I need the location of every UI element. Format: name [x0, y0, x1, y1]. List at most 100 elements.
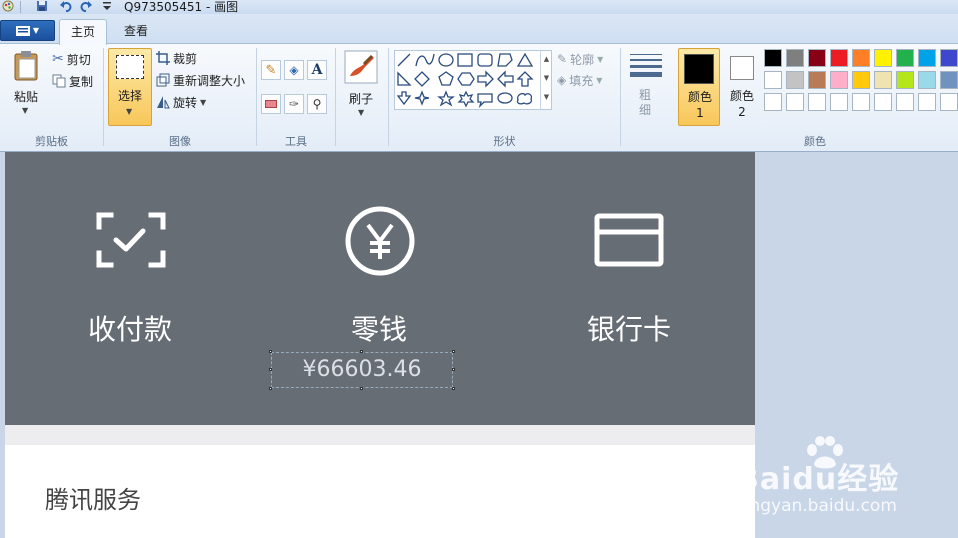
- bank-card-label: 银行卡: [586, 313, 671, 346]
- colors-group: 颜色 1 颜色 2 颜色: [672, 44, 958, 152]
- palette-swatch[interactable]: [918, 49, 936, 67]
- bank-card-icon: [594, 213, 664, 267]
- copy-button[interactable]: 复制: [52, 71, 93, 91]
- rotate-label: 旋转: [173, 95, 198, 110]
- palette-swatch[interactable]: [896, 93, 914, 111]
- palette-swatch[interactable]: [940, 93, 958, 111]
- fill-button[interactable]: ◈ 填充 ▼: [557, 70, 602, 90]
- image-divider-strip: [5, 425, 755, 445]
- palette-swatch[interactable]: [764, 49, 782, 67]
- palette-swatch[interactable]: [896, 71, 914, 89]
- palette-swatch[interactable]: [786, 71, 804, 89]
- fill-bucket-icon: ◈: [557, 73, 567, 87]
- palette-swatch[interactable]: [786, 49, 804, 67]
- cut-label: 剪切: [66, 52, 91, 67]
- palette-swatch[interactable]: [830, 49, 848, 67]
- eraser-tool[interactable]: [261, 94, 281, 114]
- resize-label: 重新调整大小: [173, 73, 246, 88]
- selection-handle[interactable]: [269, 387, 272, 390]
- palette-swatch[interactable]: [852, 49, 870, 67]
- cut-button[interactable]: ✂ 剪切: [52, 49, 91, 69]
- ribbon: 粘贴 ▼ ✂ 剪切 复制 剪贴板 选择 ▼ 裁剪 重新调整大小 旋转 ▼ 图像 …: [0, 44, 958, 152]
- gallery-expand-icon[interactable]: ▼: [541, 88, 552, 107]
- resize-button[interactable]: 重新调整大小: [156, 70, 245, 90]
- chevron-down-icon: ▼: [200, 97, 207, 107]
- palette-swatch[interactable]: [764, 71, 782, 89]
- ribbon-tab-row: ▼ 主页 查看: [0, 14, 958, 45]
- paste-label: 粘贴: [13, 90, 38, 104]
- rotate-icon: [157, 96, 170, 109]
- pencil-tool[interactable]: ✎: [261, 60, 281, 80]
- color-1-swatch: [684, 54, 714, 84]
- color-2-label: 颜色 2: [729, 89, 754, 119]
- watermark-url: jingyan.baidu.com: [740, 496, 897, 516]
- palette-swatch[interactable]: [808, 71, 826, 89]
- scroll-down-icon[interactable]: ▼: [541, 69, 552, 88]
- chevron-down-icon: ▼: [597, 54, 604, 64]
- balance-amount: ¥66603.46: [302, 357, 422, 382]
- shapes-gallery-icons: [396, 52, 534, 108]
- paste-button[interactable]: 粘贴 ▼: [6, 48, 46, 124]
- text-tool[interactable]: A: [307, 60, 327, 80]
- palette-swatch[interactable]: [918, 93, 936, 111]
- crop-label: 裁剪: [173, 51, 198, 66]
- palette-swatch[interactable]: [874, 93, 892, 111]
- magnifier-tool[interactable]: ⚲: [307, 94, 327, 114]
- crop-button[interactable]: 裁剪: [156, 48, 197, 68]
- select-button[interactable]: 选择 ▼: [108, 48, 152, 126]
- eraser-icon: [265, 100, 277, 108]
- palette-swatch[interactable]: [808, 93, 826, 111]
- redo-icon[interactable]: [80, 0, 92, 12]
- selection-handle[interactable]: [360, 387, 363, 390]
- selection-handle[interactable]: [269, 350, 272, 353]
- palette-swatch[interactable]: [940, 71, 958, 89]
- palette-swatch[interactable]: [830, 93, 848, 111]
- rotate-button[interactable]: 旋转 ▼: [156, 92, 206, 112]
- file-menu-button[interactable]: ▼: [0, 20, 55, 41]
- shapes-gallery-scroll[interactable]: ▲ ▼ ▼: [540, 50, 552, 110]
- scroll-up-icon[interactable]: ▲: [541, 50, 552, 69]
- fill-bucket-icon: ◈: [289, 63, 299, 77]
- outline-button[interactable]: ✎ 轮廓 ▼: [557, 49, 603, 69]
- change-wallet-label: 零钱: [350, 313, 407, 346]
- yen-coin-icon: [345, 206, 415, 276]
- fill-label: 填充: [569, 73, 594, 88]
- selection-handle[interactable]: [360, 350, 363, 353]
- palette-swatch[interactable]: [874, 49, 892, 67]
- color-picker-tool[interactable]: ✑: [284, 94, 304, 114]
- selection-handle[interactable]: [452, 387, 455, 390]
- palette-swatch[interactable]: [940, 49, 958, 67]
- color-2-button[interactable]: 颜色 2: [724, 48, 760, 126]
- watermark-brand: Baidu经验: [736, 462, 900, 497]
- fill-tool[interactable]: ◈: [284, 60, 304, 80]
- shapes-group: ▲ ▼ ▼ ✎ 轮廓 ▼ ◈ 填充 ▼ 形状: [389, 44, 620, 152]
- window-title: Q973505451 - 画图: [124, 0, 239, 14]
- palette-swatch[interactable]: [852, 93, 870, 111]
- undo-icon[interactable]: [60, 0, 72, 12]
- palette-swatch[interactable]: [808, 49, 826, 67]
- palette-swatch[interactable]: [786, 93, 804, 111]
- palette-swatch[interactable]: [918, 71, 936, 89]
- palette-swatch[interactable]: [896, 49, 914, 67]
- palette-swatch[interactable]: [830, 71, 848, 89]
- resize-icon: [156, 73, 170, 87]
- paint-app-icon[interactable]: [2, 0, 14, 12]
- size-button[interactable]: 粗细: [624, 48, 668, 126]
- palette-swatch[interactable]: [764, 93, 782, 111]
- clipboard-group: 粘贴 ▼ ✂ 剪切 复制 剪贴板: [0, 44, 103, 152]
- palette-swatch[interactable]: [874, 71, 892, 89]
- color-2-swatch: [730, 56, 754, 80]
- brushes-button[interactable]: 刷子 ▼: [340, 48, 382, 126]
- tab-view[interactable]: 查看: [116, 19, 156, 45]
- chevron-down-icon: ▼: [126, 107, 133, 116]
- tab-home[interactable]: 主页: [59, 19, 107, 45]
- title-separator: [20, 1, 21, 13]
- customize-quick-access-icon[interactable]: [101, 0, 113, 12]
- save-icon[interactable]: [36, 0, 48, 12]
- shapes-group-label: 形状: [493, 135, 516, 148]
- tools-group-label: 工具: [285, 135, 307, 148]
- color-1-button[interactable]: 颜色 1: [678, 48, 720, 126]
- outline-label: 轮廓: [570, 52, 595, 67]
- selection-handle[interactable]: [452, 350, 455, 353]
- palette-swatch[interactable]: [852, 71, 870, 89]
